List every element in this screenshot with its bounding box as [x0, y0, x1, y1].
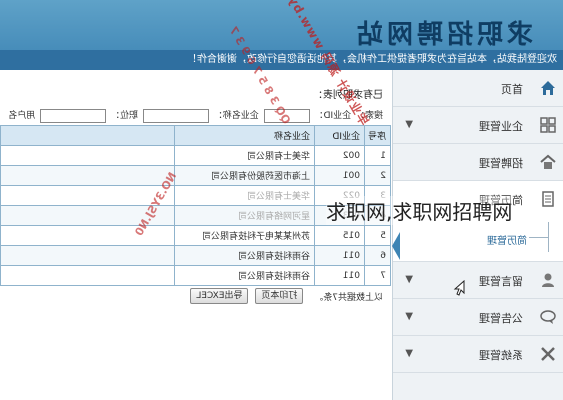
- sidebar-item-recruit[interactable]: 招聘管理: [393, 144, 563, 181]
- grid-icon: [540, 117, 556, 133]
- table-row[interactable]: 7 011 谷雨科技有限公司: [0, 265, 391, 286]
- chevron-down-icon: ▼: [405, 348, 413, 359]
- tools-icon: [541, 347, 555, 361]
- sidebar-item-system[interactable]: 系统管理 ▼: [393, 336, 563, 373]
- company-name-input[interactable]: [142, 108, 209, 123]
- table-footer: 以上数据共7条。 打印本页 导出EXCEL: [186, 288, 383, 304]
- sidebar-item-label: 公告管理: [479, 312, 523, 325]
- table-row[interactable]: 5 015 苏州某某电子科技有限公司: [0, 225, 391, 246]
- export-excel-button[interactable]: 导出EXCEL: [190, 288, 249, 304]
- cell-company-name: 上海市医药股份有限公司: [174, 165, 315, 186]
- table-row[interactable]: 1 002 华美士有限公司: [0, 145, 391, 166]
- table-row[interactable]: 2 001 上海市医药股份有限公司: [0, 165, 391, 186]
- sidebar-item-company[interactable]: 企业管理 ▼: [393, 107, 563, 144]
- sidebar-item-announcement[interactable]: 公告管理 ▼: [393, 299, 563, 336]
- position-label: 职位：: [110, 111, 138, 121]
- cell-company-name: 华美士有限公司: [174, 185, 315, 206]
- main-content: 已有求职列表： 搜索： 企业ID： 企业名称： 职位： 用户名 序号 企业ID …: [0, 70, 391, 400]
- site-title: 求职招聘网站: [352, 20, 533, 50]
- chevron-down-icon: ▼: [405, 119, 413, 130]
- column-header: [0, 125, 175, 146]
- record-count: 以上数据共7条。: [314, 292, 383, 303]
- active-indicator: [392, 232, 400, 260]
- sidebar-item-message[interactable]: 留言管理 ▼: [393, 262, 563, 299]
- cell-company-name: 华美士有限公司: [174, 145, 315, 166]
- sidebar-item-label: 留言管理: [479, 275, 523, 288]
- cell-index: 2: [364, 165, 391, 186]
- cell-index: 5: [364, 225, 391, 246]
- cell-index: 1: [364, 145, 391, 166]
- cell-company-name: 苏州某某电子科技有限公司: [174, 225, 315, 246]
- cell-blank: [0, 265, 175, 286]
- house-icon: [540, 154, 556, 169]
- home-icon: [541, 81, 555, 95]
- cell-company-id: 015: [314, 225, 365, 246]
- print-button[interactable]: 打印本页: [255, 288, 304, 304]
- chevron-down-icon: ▼: [405, 311, 413, 322]
- cell-blank: [0, 245, 175, 266]
- cell-company-id: 011: [314, 265, 365, 286]
- cell-index: 6: [364, 245, 391, 266]
- subnav-resume-manage[interactable]: 简历管理: [437, 232, 527, 252]
- cell-company-id: 011: [314, 245, 365, 266]
- site-header: 求职招聘网站 欢迎登陆我站，本站旨在为求职者提供工作机会，其他话语您自行修改，谢…: [0, 0, 563, 70]
- sidebar-item-label: 系统管理: [479, 349, 523, 362]
- cursor-icon: [453, 280, 465, 296]
- search-bar: 搜索： 企业ID： 企业名称： 职位： 用户名: [6, 108, 383, 124]
- document-icon: [542, 191, 554, 207]
- sidebar-item-label: 招聘管理: [479, 157, 523, 170]
- position-input[interactable]: [40, 108, 107, 123]
- sidebar-item-label: 首页: [501, 83, 523, 96]
- company-name-label: 企业名称：: [213, 111, 259, 121]
- sidebar-item-home[interactable]: 首页: [393, 70, 563, 107]
- chat-icon: [540, 310, 556, 324]
- cell-company-name: 谷雨科技有限公司: [174, 245, 315, 266]
- cell-blank: [0, 145, 175, 166]
- overlay-caption: 求职网,求职网招聘网: [326, 196, 513, 225]
- table-row[interactable]: 6 011 谷雨科技有限公司: [0, 245, 391, 266]
- table-header-row: 序号 企业ID 企业名称: [0, 125, 391, 146]
- user-icon: [542, 273, 554, 287]
- column-header[interactable]: 序号: [364, 125, 391, 146]
- tree-line: [529, 237, 549, 238]
- sidebar-item-label: 企业管理: [479, 120, 523, 133]
- cell-index: 7: [364, 265, 391, 286]
- notice-bar: 欢迎登陆我站，本站旨在为求职者提供工作机会，其他话语您自行修改，谢谢合作！: [0, 50, 563, 70]
- username-label: 用户名: [8, 111, 36, 121]
- column-header[interactable]: 企业名称: [174, 125, 315, 146]
- chevron-down-icon: ▼: [405, 274, 413, 285]
- cell-company-id: 001: [314, 165, 365, 186]
- cell-blank: [0, 165, 175, 186]
- cell-company-id: 002: [314, 145, 365, 166]
- cell-company-name: 星河网络有限公司: [174, 205, 315, 226]
- cell-company-name: 谷雨科技有限公司: [174, 265, 315, 286]
